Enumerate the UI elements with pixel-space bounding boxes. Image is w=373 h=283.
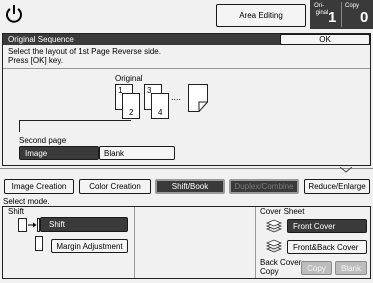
tab-strip-divider — [0, 168, 373, 169]
page-number-4: 4 — [158, 108, 163, 117]
front-cover-button[interactable]: Front Cover — [287, 219, 367, 233]
shift-button[interactable]: Shift — [40, 217, 128, 232]
ok-button[interactable]: OK — [280, 34, 370, 45]
tab-color-creation[interactable]: Color Creation — [79, 179, 151, 194]
dialog-divider — [3, 68, 370, 69]
page-pair-1: 1 2 — [115, 84, 141, 120]
page-number-2: 2 — [129, 108, 134, 117]
last-page-icon — [188, 84, 208, 112]
blank-option-button[interactable]: Blank — [99, 146, 175, 160]
counter-divider — [341, 2, 342, 27]
area-editing-button[interactable]: Area Editing — [216, 4, 306, 27]
copies-count: 0 — [360, 9, 369, 26]
front-cover-icon — [265, 217, 283, 233]
original-sequence-dialog: Original Sequence OK Select the layout o… — [2, 33, 371, 166]
mode-panel: Shift Shift Margin Adjustment Cover Shee… — [2, 206, 371, 279]
original-label: Original — [115, 74, 143, 83]
bracket-line — [19, 120, 131, 132]
panel-divider-right — [255, 207, 256, 278]
originals-count: 1 — [328, 9, 337, 26]
copies-caption: Copy — [345, 3, 360, 9]
power-icon[interactable] — [3, 3, 25, 25]
counter-panel: Ori- ginal 1 Copy 0 — [310, 0, 373, 29]
copy-button[interactable]: Copy — [301, 261, 332, 275]
cover-sheet-group-label: Cover Sheet — [260, 207, 305, 216]
margin-adjustment-button[interactable]: Margin Adjustment — [51, 239, 128, 253]
panel-divider-left — [134, 207, 135, 278]
front-back-cover-button[interactable]: Front&Back Cover — [287, 240, 367, 254]
blank-button[interactable]: Blank — [335, 261, 367, 275]
front-back-cover-icon — [265, 237, 283, 253]
instruction-line1: Select the layout of 1st Page Reverse si… — [8, 47, 161, 56]
select-mode-label: Select mode. — [3, 197, 50, 206]
collapse-arrow-icon — [339, 166, 353, 173]
image-option-button[interactable]: Image — [19, 146, 99, 160]
shift-icon — [18, 218, 40, 232]
tab-reduce-enlarge[interactable]: Reduce/Enlarge — [304, 179, 370, 194]
ellipsis: .... — [171, 92, 182, 102]
tab-duplex-combine[interactable]: Duplex/Combine — [229, 179, 299, 194]
tab-image-creation[interactable]: Image Creation — [4, 179, 74, 194]
back-cover-copy-label: Back Cover Copy — [260, 258, 302, 276]
header-bar: Area Editing Ori- ginal 1 Copy 0 — [0, 0, 373, 30]
tab-shift-book[interactable]: Shift/Book — [155, 179, 225, 194]
shift-group-label: Shift — [8, 207, 25, 216]
page-pair-2: 3 4 — [144, 84, 170, 120]
instruction-line2: Press [OK] key. — [8, 56, 63, 65]
margin-adjustment-icon — [35, 236, 43, 251]
dialog-title: Original Sequence — [8, 35, 74, 44]
originals-caption: Ori- ginal — [314, 3, 329, 16]
second-page-label: Second page — [19, 136, 67, 145]
